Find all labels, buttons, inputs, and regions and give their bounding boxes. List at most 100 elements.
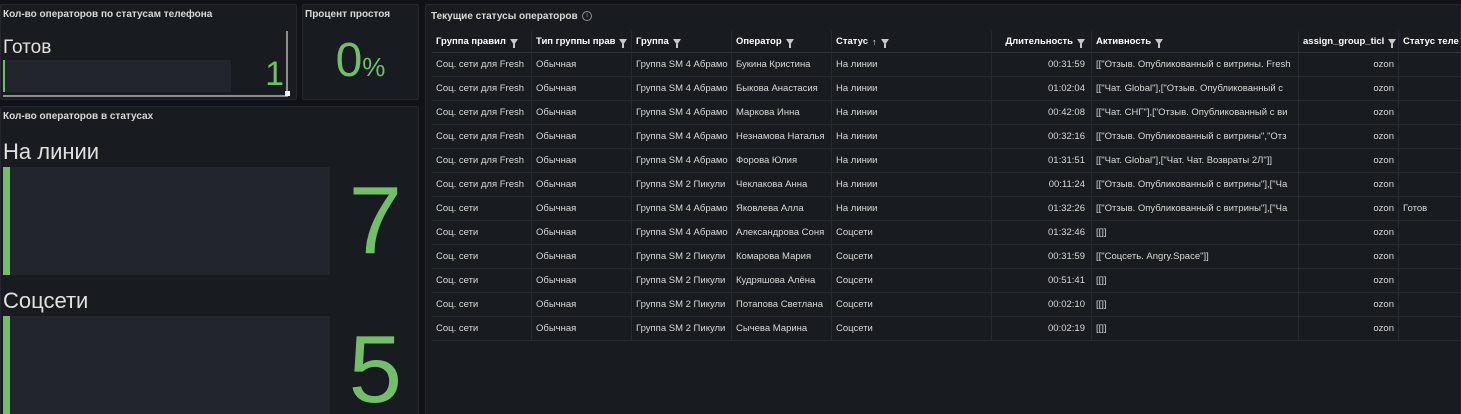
- status-bar-fill: [3, 167, 10, 275]
- column-header[interactable]: Статус ↑: [832, 31, 992, 52]
- table-cell: ozon: [1299, 173, 1399, 196]
- table-cell: Обычная: [532, 101, 632, 124]
- table-cell: 00:02:19: [992, 317, 1092, 340]
- table-cell: Александрова Соня: [732, 221, 832, 244]
- table-cell: Соцсети: [832, 245, 992, 268]
- table-cell: Маркова Инна: [732, 101, 832, 124]
- table-row[interactable]: Соц. сети для Fresh Обычная Группа SM 4 Аб…: [432, 53, 1460, 77]
- table-cell: 00:31:59: [992, 53, 1092, 76]
- table-row[interactable]: Соц. сети Обычная Группа SM 2 Пикули Кудряш…: [432, 269, 1460, 293]
- table-cell: Соцсети: [832, 293, 992, 316]
- table-row[interactable]: Соц. сети для Fresh Обычная Группа SM 4 Аб…: [432, 149, 1460, 173]
- table-cell: Группа SM 4 Абрамо: [632, 197, 732, 220]
- table-cell: Группа SM 4 Абрамо: [632, 101, 732, 124]
- status-bar-track: [3, 316, 330, 414]
- table-cell: Соц. сети: [432, 293, 532, 316]
- table-cell: 00:32:16: [992, 125, 1092, 148]
- table-cell: ozon: [1299, 221, 1399, 244]
- resize-handle-icon[interactable]: [285, 91, 290, 96]
- table-cell: Букина Кристина: [732, 53, 832, 76]
- column-header[interactable]: Длительность: [992, 31, 1092, 52]
- table-row[interactable]: Соц. сети Обычная Группа SM 2 Пикули Комаро…: [432, 245, 1460, 269]
- table-cell: [1399, 269, 1460, 292]
- filter-icon[interactable]: [1155, 38, 1164, 48]
- table-cell: 00:51:41: [992, 269, 1092, 292]
- table-row[interactable]: Соц. сети Обычная Группа SM 2 Пикули Потапо…: [432, 293, 1460, 317]
- table-row[interactable]: Соц. сети для Fresh Обычная Группа SM 2 Пи…: [432, 173, 1460, 197]
- table-cell: ozon: [1299, 293, 1399, 316]
- table-cell: 00:02:10: [992, 293, 1092, 316]
- table-row[interactable]: Соц. сети Обычная Группа SM 4 Абрамо Алекса…: [432, 221, 1460, 245]
- table-cell: [["Чат. Global"],["Отзыв. Опубликованный…: [1092, 77, 1299, 100]
- table-cell: [1399, 221, 1460, 244]
- filter-icon[interactable]: [672, 38, 681, 48]
- table-cell: Группа SM 2 Пикули: [632, 173, 732, 196]
- table-row[interactable]: Соц. сети для Fresh Обычная Группа SM 4 Аб…: [432, 77, 1460, 101]
- filter-icon[interactable]: [619, 38, 628, 48]
- table-cell: Группа SM 4 Абрамо: [632, 53, 732, 76]
- table-cell: На линии: [832, 53, 992, 76]
- table-cell: Кудряшова Алёна: [732, 269, 832, 292]
- table-cell: [["Отзыв. Опубликованный с витрины"],["Ч…: [1092, 197, 1299, 220]
- column-header[interactable]: Активность: [1092, 31, 1299, 52]
- table-cell: Группа SM 2 Пикули: [632, 269, 732, 292]
- table-cell: На линии: [832, 125, 992, 148]
- bar-gauge-fill: [3, 60, 5, 92]
- column-header[interactable]: assign_group_ticl: [1299, 31, 1399, 52]
- filter-icon[interactable]: [1388, 38, 1397, 48]
- status-bar-value: 5: [348, 316, 402, 414]
- table-cell: Группа SM 2 Пикули: [632, 317, 732, 340]
- table-cell: Соцсети: [832, 269, 992, 292]
- table-cell: 00:31:59: [992, 245, 1092, 268]
- sort-arrow-icon[interactable]: ↑: [872, 37, 877, 47]
- table-cell: Группа SM 4 Абрамо: [632, 149, 732, 172]
- table-row[interactable]: Соц. сети Обычная Группа SM 4 Абрамо Яковле…: [432, 197, 1460, 221]
- table-cell: Яковлева Алла: [732, 197, 832, 220]
- table-cell: Соц. сети для Fresh: [432, 173, 532, 196]
- column-header[interactable]: Тип группы прав: [532, 31, 632, 52]
- table-row[interactable]: Соц. сети Обычная Группа SM 2 Пикули Сычева…: [432, 317, 1460, 341]
- table-row[interactable]: Соц. сети для Fresh Обычная Группа SM 4 Аб…: [432, 125, 1460, 149]
- table-cell: Соц. сети: [432, 221, 532, 244]
- table-cell: [1399, 245, 1460, 268]
- table-cell: Обычная: [532, 317, 632, 340]
- table-cell: Соц. сети для Fresh: [432, 77, 532, 100]
- table-cell: [[]]: [1092, 317, 1299, 340]
- table-cell: Комарова Мария: [732, 245, 832, 268]
- panel-title: Текущие статусы операторов: [431, 11, 578, 22]
- table-cell: Соц. сети для Fresh: [432, 125, 532, 148]
- bar-gauge-label: Готов: [3, 37, 52, 58]
- filter-icon[interactable]: [785, 38, 794, 48]
- table-cell: 00:42:08: [992, 101, 1092, 124]
- filter-icon[interactable]: [880, 38, 889, 48]
- column-header[interactable]: Группа правил: [432, 31, 532, 52]
- filter-icon[interactable]: [1077, 38, 1085, 48]
- operators-table-panel: Текущие статусы операторов i Группа прав…: [425, 4, 1461, 414]
- table-cell: [1399, 53, 1460, 76]
- panel-title: Процент простоя: [305, 9, 391, 20]
- table-cell: Обычная: [532, 125, 632, 148]
- table-cell: [["Отзыв. Опубликованный с витрины","Отз: [1092, 125, 1299, 148]
- bar-gauge-track: [3, 60, 231, 92]
- table-cell: Группа SM 4 Абрамо: [632, 77, 732, 100]
- resize-line-horizontal: [3, 95, 288, 97]
- table-row[interactable]: Соц. сети для Fresh Обычная Группа SM 4 Аб…: [432, 101, 1460, 125]
- stat-value: 0%: [303, 37, 418, 85]
- table-cell: [1399, 173, 1460, 196]
- table-cell: Соцсети: [832, 221, 992, 244]
- table-cell: На линии: [832, 77, 992, 100]
- bar-gauge-value: 1: [265, 55, 284, 93]
- table-cell: 01:31:51: [992, 149, 1092, 172]
- table-cell: [[]]: [1092, 269, 1299, 292]
- table-cell: [1399, 293, 1460, 316]
- table-cell: Чеклакова Анна: [732, 173, 832, 196]
- column-header[interactable]: Оператор: [732, 31, 832, 52]
- table-cell: [1399, 125, 1460, 148]
- filter-icon[interactable]: [509, 38, 518, 48]
- table-cell: На линии: [832, 149, 992, 172]
- table-cell: ozon: [1299, 149, 1399, 172]
- info-icon[interactable]: i: [582, 11, 592, 21]
- column-header[interactable]: Статус теле: [1399, 31, 1460, 52]
- table-cell: Быкова Анастасия: [732, 77, 832, 100]
- column-header[interactable]: Группа: [632, 31, 732, 52]
